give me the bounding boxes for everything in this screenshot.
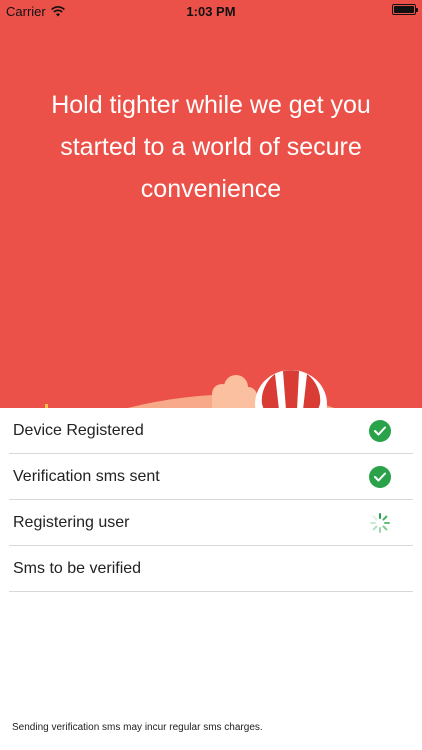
hot-air-balloon-illustration	[45, 370, 335, 408]
registration-steps-list: Device Registered Verification sms sent …	[0, 408, 422, 592]
check-circle-icon	[369, 466, 391, 488]
spinner-icon	[370, 513, 390, 533]
hero-title: Hold tighter while we get you started to…	[51, 91, 371, 203]
check-circle-icon	[369, 420, 391, 442]
status-bar: Carrier 1:03 PM	[0, 0, 422, 22]
hero-banner: Carrier 1:03 PM Hold tighter while we ge…	[0, 0, 422, 408]
step-row-verification-sms-sent: Verification sms sent	[9, 454, 413, 500]
sms-charges-note: Sending verification sms may incur regul…	[12, 722, 263, 733]
status-time: 1:03 PM	[186, 4, 236, 19]
step-row-registering-user: Registering user	[9, 500, 413, 546]
step-label: Sms to be verified	[13, 560, 142, 577]
step-row-sms-to-be-verified: Sms to be verified	[9, 546, 413, 592]
step-label: Registering user	[13, 514, 130, 531]
step-row-device-registered: Device Registered	[9, 408, 413, 454]
step-label: Device Registered	[13, 422, 144, 439]
battery-icon	[392, 4, 418, 15]
status-right	[392, 4, 418, 15]
step-label: Verification sms sent	[13, 468, 160, 485]
